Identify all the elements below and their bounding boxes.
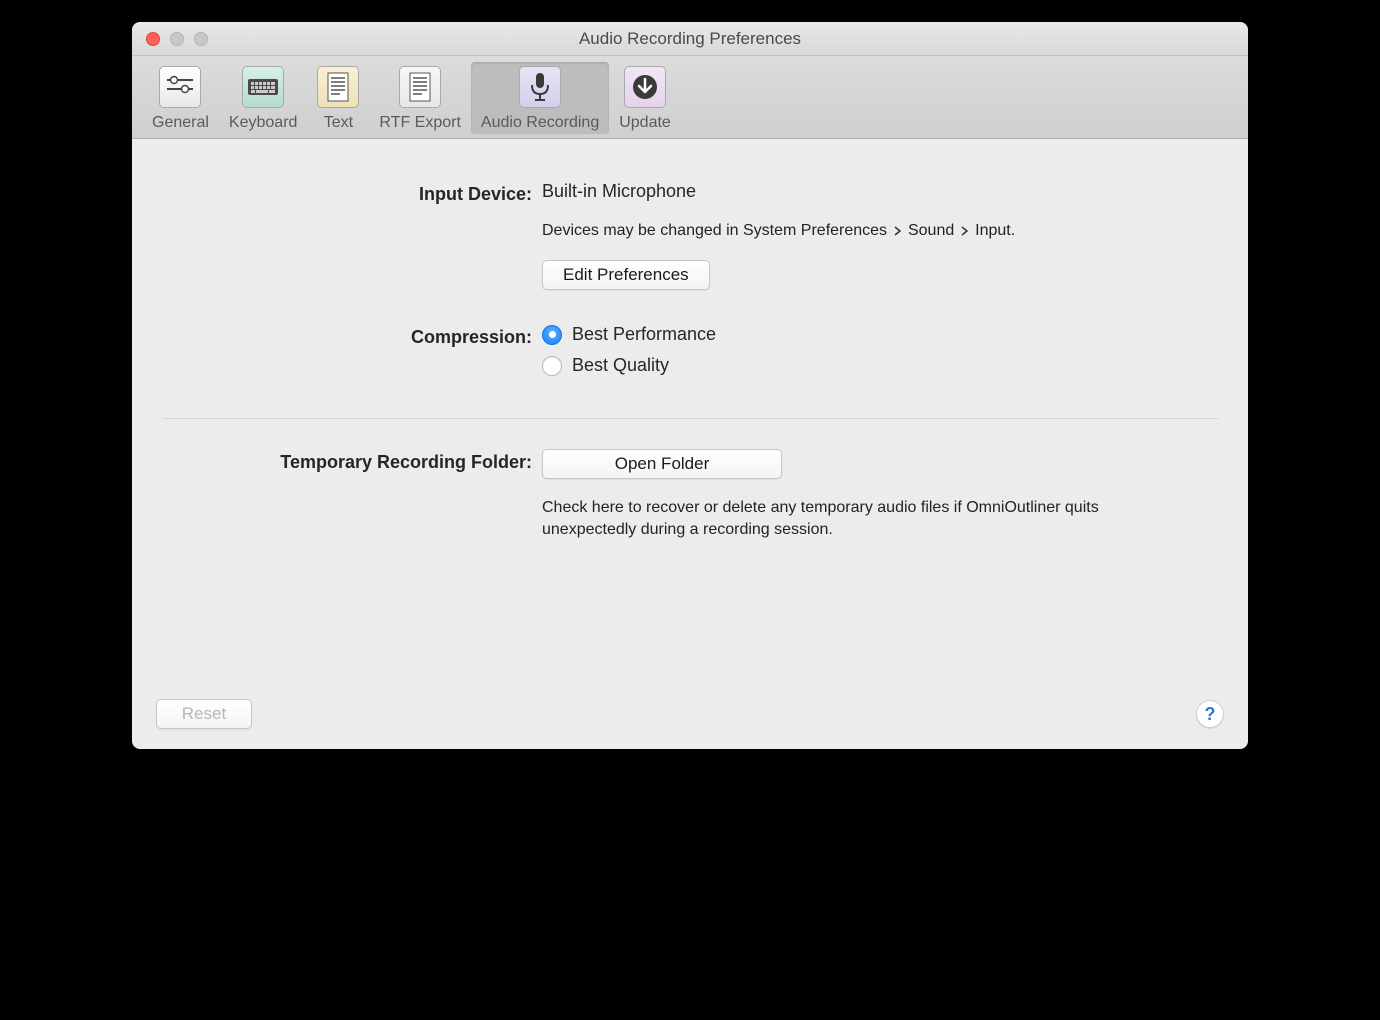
close-icon[interactable] bbox=[146, 32, 160, 46]
divider bbox=[162, 418, 1218, 419]
edit-preferences-button[interactable]: Edit Preferences bbox=[542, 260, 710, 290]
tab-update[interactable]: Update bbox=[609, 62, 681, 134]
titlebar[interactable]: Audio Recording Preferences bbox=[132, 22, 1248, 56]
open-folder-button[interactable]: Open Folder bbox=[542, 449, 782, 479]
sliders-icon bbox=[159, 66, 201, 108]
help-button[interactable]: ? bbox=[1196, 700, 1224, 728]
tab-label: Keyboard bbox=[229, 114, 298, 132]
tab-audio-recording[interactable]: Audio Recording bbox=[471, 62, 609, 134]
keyboard-icon bbox=[242, 66, 284, 108]
radio-label: Best Performance bbox=[572, 324, 716, 345]
text-icon bbox=[317, 66, 359, 108]
rtf-export-icon bbox=[399, 66, 441, 108]
compression-option-best-quality[interactable]: Best Quality bbox=[542, 355, 1218, 376]
preferences-toolbar: General Keyboard bbox=[132, 56, 1248, 139]
minimize-icon[interactable] bbox=[170, 32, 184, 46]
radio-label: Best Quality bbox=[572, 355, 669, 376]
temp-folder-label: Temporary Recording Folder: bbox=[162, 449, 542, 559]
input-device-value: Built-in Microphone bbox=[542, 181, 1218, 202]
input-device-label: Input Device: bbox=[162, 181, 542, 290]
compression-option-best-performance[interactable]: Best Performance bbox=[542, 324, 1218, 345]
radio-checked-icon[interactable] bbox=[542, 325, 562, 345]
tab-label: Text bbox=[324, 114, 353, 132]
tab-text[interactable]: Text bbox=[307, 62, 369, 134]
compression-label: Compression: bbox=[162, 324, 542, 386]
chevron-right-icon bbox=[894, 226, 902, 236]
tab-label: Update bbox=[619, 114, 671, 132]
tab-rtf-export[interactable]: RTF Export bbox=[369, 62, 471, 134]
chevron-right-icon bbox=[961, 226, 969, 236]
tab-keyboard[interactable]: Keyboard bbox=[219, 62, 308, 134]
reset-button[interactable]: Reset bbox=[156, 699, 252, 729]
tab-label: RTF Export bbox=[379, 114, 461, 132]
preferences-window: Audio Recording Preferences General bbox=[132, 22, 1248, 749]
maximize-icon[interactable] bbox=[194, 32, 208, 46]
radio-unchecked-icon[interactable] bbox=[542, 356, 562, 376]
microphone-icon bbox=[519, 66, 561, 108]
tab-label: Audio Recording bbox=[481, 114, 599, 132]
input-device-hint: Devices may be changed in System Prefere… bbox=[542, 220, 1218, 242]
download-icon bbox=[624, 66, 666, 108]
tab-label: General bbox=[152, 114, 209, 132]
content-pane: Input Device: Built-in Microphone Device… bbox=[132, 139, 1248, 749]
window-title: Audio Recording Preferences bbox=[132, 29, 1248, 49]
window-controls bbox=[146, 22, 208, 55]
temp-folder-hint: Check here to recover or delete any temp… bbox=[542, 497, 1102, 541]
tab-general[interactable]: General bbox=[142, 62, 219, 134]
